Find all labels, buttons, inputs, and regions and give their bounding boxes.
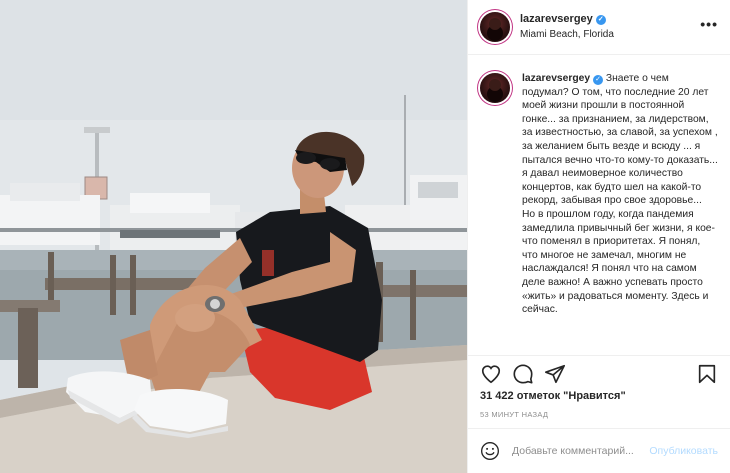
bookmark-icon[interactable] bbox=[696, 363, 718, 385]
verified-icon: ✓ bbox=[593, 75, 604, 85]
comment-icon[interactable] bbox=[512, 363, 534, 385]
action-bar bbox=[468, 355, 730, 391]
photo-image bbox=[0, 0, 467, 473]
instagram-post: lazarevsergey ✓ Miami Beach, Florida •••… bbox=[0, 0, 730, 473]
caption-text: Знаете о чем подумал? О том, что последн… bbox=[522, 73, 718, 316]
post-location[interactable]: Miami Beach, Florida bbox=[520, 27, 700, 42]
author-username[interactable]: lazarevsergey bbox=[520, 12, 593, 27]
caption-row: lazarevsergey ✓ Знаете о чем подумал? О … bbox=[480, 72, 718, 317]
comment-input[interactable] bbox=[512, 445, 650, 457]
comments-area[interactable]: lazarevsergey ✓ Знаете о чем подумал? О … bbox=[468, 56, 730, 354]
post-header: lazarevsergey ✓ Miami Beach, Florida ••• bbox=[468, 0, 730, 55]
caption-username[interactable]: lazarevsergey bbox=[522, 73, 590, 84]
share-icon[interactable] bbox=[544, 363, 566, 385]
emoji-icon[interactable] bbox=[480, 441, 500, 461]
caption: lazarevsergey ✓ Знаете о чем подумал? О … bbox=[522, 72, 718, 317]
avatar[interactable] bbox=[480, 12, 510, 42]
post-details-panel: lazarevsergey ✓ Miami Beach, Florida •••… bbox=[467, 0, 730, 473]
more-icon[interactable]: ••• bbox=[700, 16, 718, 38]
post-photo[interactable] bbox=[0, 0, 467, 473]
post-time[interactable]: 53 МИНУТ НАЗАД bbox=[480, 410, 548, 419]
add-comment-bar: Опубликовать bbox=[468, 428, 730, 473]
likes-count[interactable]: 31 422 отметок "Нравится" bbox=[480, 390, 626, 402]
caption-avatar[interactable] bbox=[480, 73, 510, 103]
author-info: lazarevsergey ✓ Miami Beach, Florida bbox=[520, 12, 700, 42]
author-row: lazarevsergey ✓ bbox=[520, 12, 700, 27]
heart-icon[interactable] bbox=[480, 363, 502, 385]
publish-button[interactable]: Опубликовать bbox=[649, 445, 718, 457]
verified-icon: ✓ bbox=[595, 14, 606, 25]
